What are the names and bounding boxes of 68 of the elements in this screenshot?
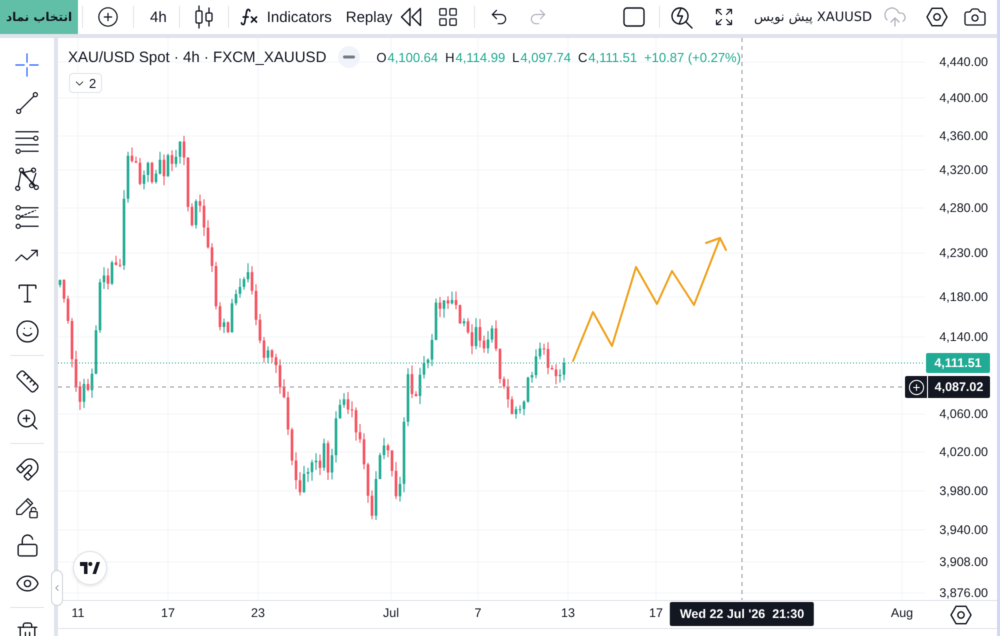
zoom-in-icon [14, 406, 40, 432]
price-axis-label: 3,876.00 [939, 585, 988, 601]
price-axis-label: 4,060.00 [939, 406, 988, 422]
logo-button[interactable] [73, 551, 107, 585]
ruler-icon [14, 368, 40, 394]
ohlc-value: 4,114.99 [456, 50, 506, 64]
layout-name[interactable]: XAUUSD پیش نویس [754, 2, 872, 32]
magnifier-bolt-icon [670, 5, 694, 29]
price-axis-label: 3,940.00 [939, 522, 988, 538]
time-axis-label: 13 [561, 606, 575, 620]
square-icon [623, 7, 645, 27]
plus-circle-icon [97, 6, 119, 28]
price-axis-label: 4,440.00 [939, 54, 988, 70]
ohlc-value: 4,111.51 [588, 50, 638, 64]
time-axis-label: 17 [649, 606, 663, 620]
fullscreen-icon [714, 7, 734, 27]
price-axis-label: 4,280.00 [939, 200, 988, 216]
price-axis-label: 4,140.00 [939, 329, 988, 345]
price-axis-label: 4,020.00 [939, 444, 988, 460]
zigzag-pattern-icon [14, 166, 40, 192]
plus-circle-icon [908, 378, 924, 396]
symbol-title: XAU/USD Spot · 4h · FXCM_XAUUSD [68, 48, 326, 66]
unlocked-padlock-icon [14, 532, 40, 558]
logo-icon [80, 562, 100, 574]
crosshair-price-label: 4,087.02 [928, 376, 990, 398]
cloud-upload-icon [883, 5, 907, 29]
price-axis-label: 4,320.00 [939, 162, 988, 178]
settings-icon [950, 604, 972, 624]
price-axis-label: 4,360.00 [939, 128, 988, 144]
candles-icon [192, 5, 215, 29]
price-axis-label: 3,980.00 [939, 483, 988, 499]
interval-button[interactable]: 4h [144, 2, 173, 32]
price-axis-label: 4,180.00 [939, 289, 988, 305]
ohlc-label: L [512, 50, 520, 64]
crosshair-time-label: Wed 22 Jul '26 21:30 [670, 602, 814, 626]
parallel-lines-icon [14, 204, 40, 230]
rewind-icon [400, 7, 422, 27]
replay-button[interactable]: Replay [340, 2, 428, 32]
function-icon [238, 7, 259, 27]
settings-icon [926, 7, 948, 27]
time-axis-label: 11 [72, 606, 84, 620]
time-axis-label: Aug [890, 606, 914, 620]
ohlc-value: 4,100.64 [388, 50, 438, 64]
indicators-button[interactable]: Indicators [232, 2, 338, 32]
price-axis-label: 4,230.00 [939, 245, 988, 261]
time-axis-label: 17 [161, 606, 175, 620]
ohlc-label: O [376, 50, 387, 64]
ohlc-label: H [445, 50, 455, 64]
horizontal-lines-icon [14, 128, 40, 154]
smiley-icon [14, 318, 40, 344]
indicators-toggle[interactable]: 2 [69, 73, 102, 93]
price-axis-label: 3,908.00 [939, 554, 988, 570]
last-price-label: 4,111.51 [926, 353, 990, 373]
collapse-handle[interactable] [51, 570, 63, 606]
price-axis-label: 4,400.00 [939, 90, 988, 106]
time-axis-label: 23 [251, 606, 265, 620]
add-alert-button[interactable] [905, 376, 927, 398]
symbol-search-button[interactable]: انتخاب نماد [0, 0, 78, 34]
trend-line-icon [14, 90, 40, 116]
grid-icon [437, 6, 460, 28]
time-axis-label: 7 [474, 606, 482, 620]
price-change: +10.87 (+0.27%) [644, 50, 741, 64]
minus-circle-icon[interactable] [338, 46, 360, 68]
ohlc-label: C [578, 50, 588, 64]
crosshair-icon [14, 52, 40, 78]
magnet-icon [14, 456, 40, 482]
time-axis-label: Jul [383, 606, 399, 620]
ohlc-value: 4,097.74 [520, 50, 572, 64]
